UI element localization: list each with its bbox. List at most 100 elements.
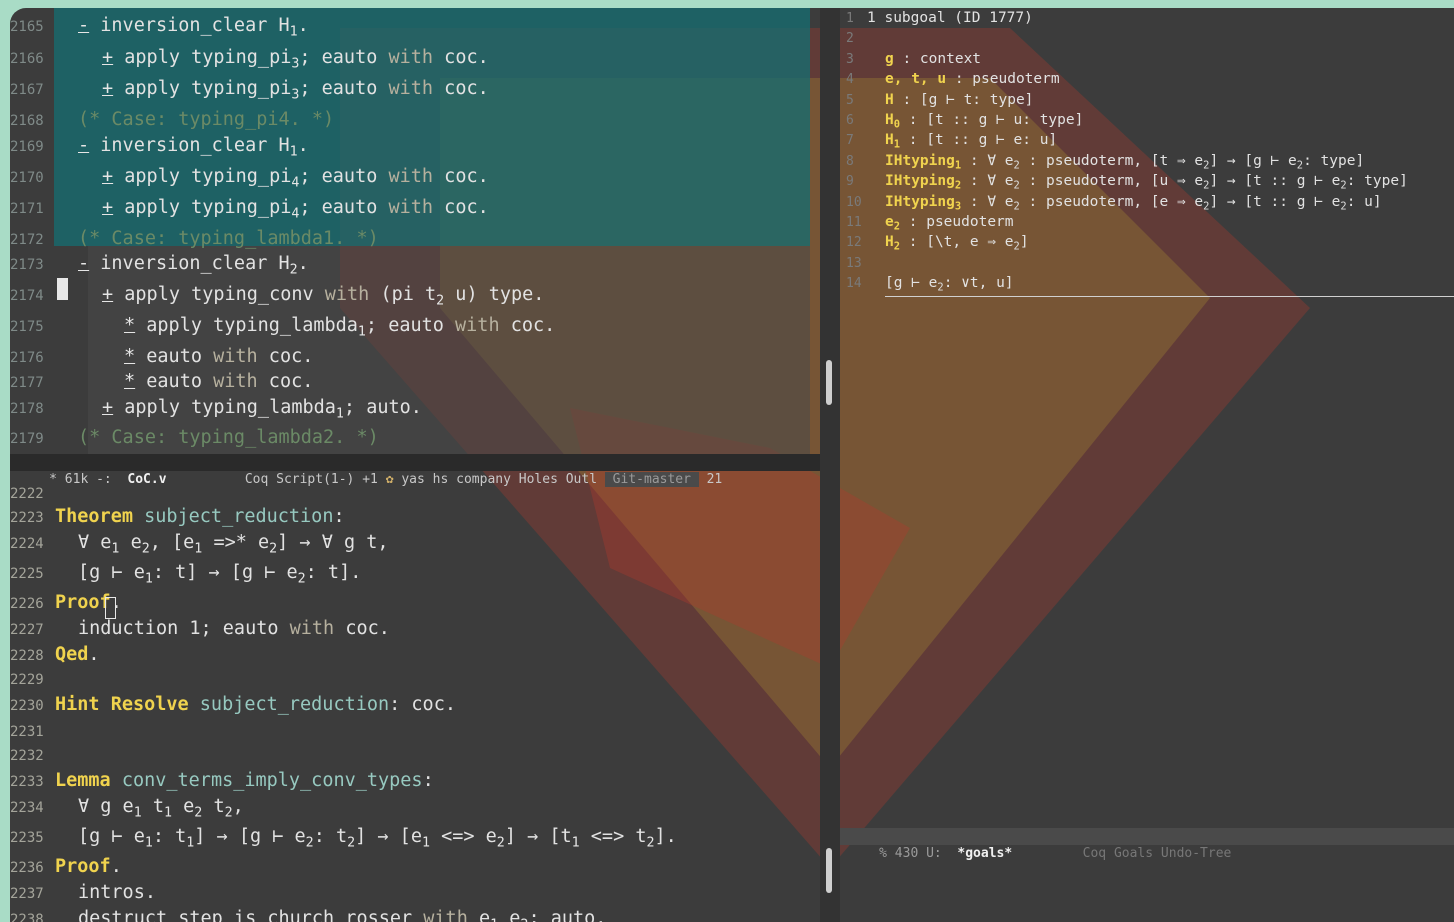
- code-token: : pseudoterm: [946, 71, 1060, 88]
- code-token: : ∨t, u]: [943, 275, 1014, 292]
- line-number: 2231: [10, 724, 44, 740]
- code-token: apply typing_pi: [113, 197, 292, 218]
- code-token: destruct step_is_church_rosser: [78, 908, 424, 922]
- code-token: e: [172, 796, 195, 817]
- code-token: : pseudoterm: [900, 214, 1014, 230]
- code-token: 1: [289, 144, 298, 160]
- goal-line-number: 5: [846, 92, 854, 108]
- goal-line-number: 9: [846, 174, 854, 190]
- code-token: ∀ e: [78, 532, 112, 553]
- code-token: apply typing_pi: [113, 78, 292, 99]
- code-token: apply typing_pi: [113, 47, 292, 68]
- code-token: ]: [1019, 234, 1029, 251]
- code-token: with: [388, 166, 434, 187]
- code-line[interactable]: - inversion_clear H1.: [78, 135, 309, 160]
- code-line[interactable]: induction 1; eauto with coc.: [78, 618, 390, 639]
- text-cursor-box: [105, 597, 116, 619]
- code-token: .: [297, 253, 309, 274]
- goal-line-number: 8: [846, 153, 854, 169]
- scrollbar-thumb-top[interactable]: [826, 360, 832, 405]
- code-token: u) type.: [444, 284, 545, 305]
- code-line[interactable]: [g ⊢ e1: t] → [g ⊢ e2: t].: [78, 562, 361, 587]
- code-token: 2: [224, 805, 233, 821]
- code-line[interactable]: * apply typing_lambda1; eauto with coc.: [124, 315, 555, 340]
- goal-line: H : [g ⊢ t: type]: [885, 92, 1033, 108]
- code-token: 2: [646, 835, 655, 851]
- line-number: 2224: [10, 536, 44, 552]
- mode-line-top[interactable]: * 61k -: CoC.v Coq Script(1-) +1 ✿ yas h…: [10, 454, 840, 487]
- line-number: 2228: [10, 648, 44, 664]
- code-line[interactable]: ∀ g e1 t1 e2 t2,: [78, 796, 244, 821]
- code-line[interactable]: [g ⊢ e1: t1] → [g ⊢ e2: t2] → [e1 <=> e2…: [78, 826, 677, 851]
- code-line[interactable]: Proof.: [55, 856, 122, 877]
- code-line[interactable]: ∀ e1 e2, [e1 =>* e2] → ∀ g t,: [78, 532, 389, 557]
- code-token: intros.: [78, 882, 156, 903]
- line-number: 2227: [10, 622, 44, 638]
- code-token: 2: [141, 541, 150, 557]
- code-token: : coc.: [389, 694, 456, 715]
- code-token: ; eauto: [299, 197, 389, 218]
- response-pane[interactable]: [840, 836, 1454, 922]
- goal-line: [g ⊢ e2: ∨t, u]: [885, 275, 1014, 294]
- code-token: ∀ g e: [78, 796, 134, 817]
- code-token: H: [885, 234, 894, 251]
- code-token: 1: [164, 805, 173, 821]
- code-line[interactable]: (* Case: typing_lambda1. *): [78, 228, 379, 249]
- code-line[interactable]: * eauto with coc.: [124, 371, 313, 392]
- code-line[interactable]: Qed.: [55, 644, 100, 665]
- code-token: .: [88, 644, 100, 665]
- code-line[interactable]: + apply typing_pi4; eauto with coc.: [102, 166, 489, 191]
- code-token: ] → [g ⊢ e: [194, 826, 306, 847]
- line-number: 2234: [10, 800, 44, 816]
- code-token: *: [124, 346, 136, 367]
- line-number: 2171: [10, 201, 44, 217]
- code-line[interactable]: intros.: [78, 882, 156, 903]
- line-number: 2178: [10, 401, 44, 417]
- scrollbar-thumb-bottom[interactable]: [826, 848, 832, 893]
- code-line[interactable]: Lemma conv_terms_imply_conv_types:: [55, 770, 434, 791]
- code-line[interactable]: + apply typing_pi3; eauto with coc.: [102, 78, 489, 103]
- code-token: 2: [436, 293, 445, 309]
- code-token: apply typing_pi: [113, 166, 292, 187]
- code-token: .: [110, 856, 122, 877]
- goal-line: IHtyping1 : ∀ e2 : pseudoterm, [t ⇒ e2] …: [885, 153, 1364, 172]
- code-token: : t: [152, 826, 187, 847]
- line-number: 2166: [10, 51, 44, 67]
- code-token: inversion_clear H: [89, 15, 290, 36]
- code-line[interactable]: (* Case: typing_pi4. *): [78, 109, 334, 130]
- code-line[interactable]: * eauto with coc.: [124, 346, 313, 367]
- code-line[interactable]: Hint Resolve subject_reduction: coc.: [55, 694, 456, 715]
- code-token: :: [333, 506, 345, 527]
- code-line[interactable]: + apply typing_conv with (pi t2 u) type.: [102, 284, 544, 309]
- line-number: 2233: [10, 774, 44, 790]
- line-number: 2226: [10, 596, 44, 612]
- code-token: : pseudoterm, [u ⇒ e: [1019, 173, 1204, 190]
- code-token: t: [202, 796, 225, 817]
- code-token: : ∀ e: [961, 152, 1014, 169]
- code-line[interactable]: - inversion_clear H2.: [78, 253, 309, 278]
- code-token: g: [885, 50, 894, 67]
- goal-line-number: 3: [846, 51, 854, 67]
- code-token: Lemma: [55, 770, 111, 791]
- goals-pane[interactable]: 1 1 subgoal (ID 1777) 2 3 g : context 4 e, t, …: [840, 8, 1454, 828]
- code-line[interactable]: Theorem subject_reduction:: [55, 506, 345, 527]
- code-line[interactable]: + apply typing_lambda1; auto.: [102, 397, 422, 422]
- code-token: =>* e: [202, 532, 270, 553]
- code-token: with: [455, 315, 500, 336]
- code-line[interactable]: - inversion_clear H1.: [78, 15, 309, 40]
- goal-line-number: 13: [846, 255, 862, 271]
- code-token: : u]: [1346, 193, 1382, 210]
- code-token: (* Case: typing_lambda1. *): [78, 228, 379, 249]
- code-line[interactable]: + apply typing_pi3; eauto with coc.: [102, 47, 489, 72]
- editor-pane-bottom[interactable]: 2222 2223 Theorem subject_reduction: 2224 ∀ …: [10, 471, 820, 922]
- code-line[interactable]: (* Case: typing_lambda2. *): [78, 427, 379, 448]
- goal-line-number: 12: [846, 235, 862, 251]
- code-line[interactable]: + apply typing_pi4; eauto with coc.: [102, 197, 489, 222]
- code-token: apply typing_lambda: [135, 315, 358, 336]
- code-line[interactable]: destruct step_is_church_rosser with e1 e…: [78, 908, 606, 922]
- window-divider[interactable]: [820, 8, 840, 922]
- code-token: e: [885, 214, 894, 230]
- code-token: with: [213, 371, 258, 392]
- code-token: : [t :: g ⊢ e: u]: [900, 132, 1058, 149]
- editor-pane-top[interactable]: 2165- inversion_clear H1. 2166 + apply typ…: [10, 8, 810, 454]
